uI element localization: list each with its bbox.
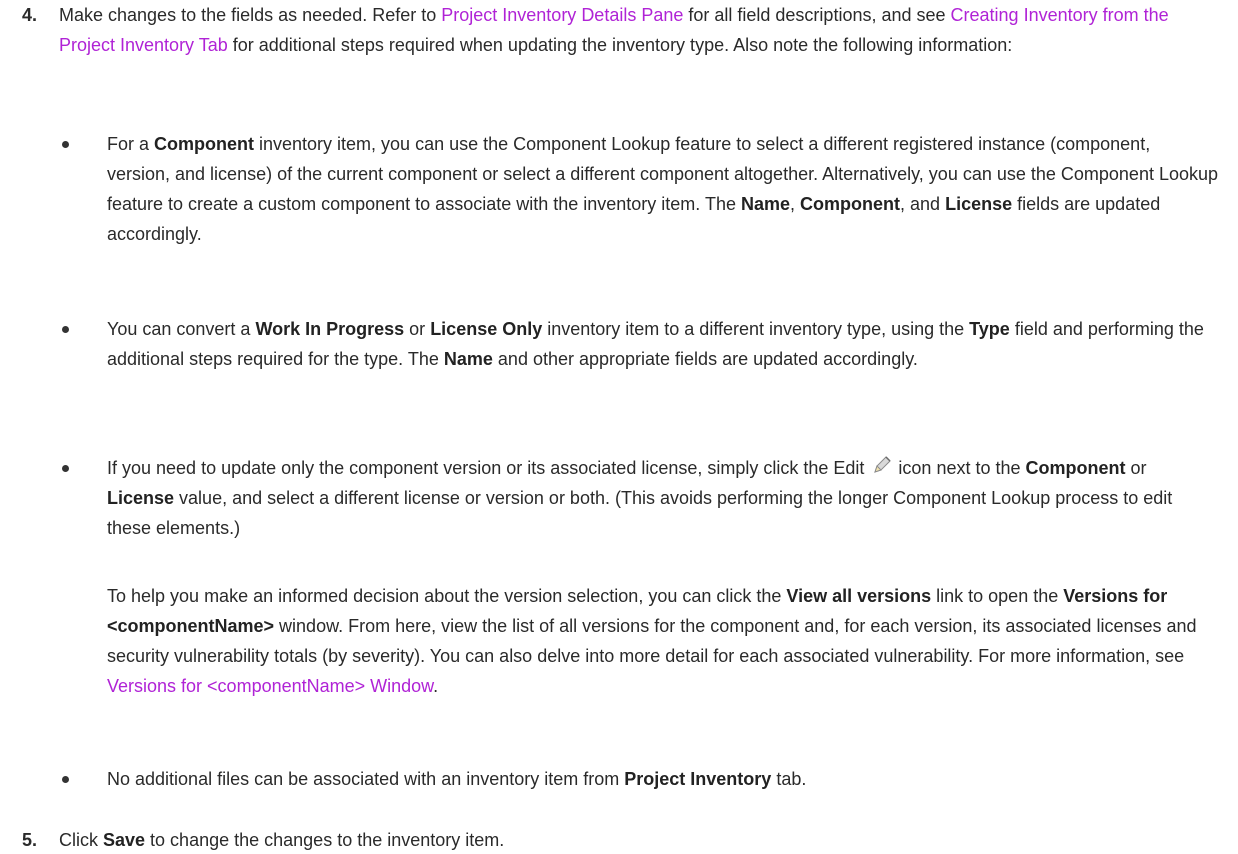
bold-text: Component — [1025, 458, 1126, 478]
bullet-text: You can convert a Work In Progress or Li… — [107, 314, 1218, 374]
text: For a — [107, 134, 155, 154]
bold-text: Component — [800, 194, 901, 214]
bullet-dot — [62, 326, 69, 333]
text: and other appropriate fields are updated… — [492, 349, 918, 369]
text: , — [790, 194, 801, 214]
text: To help you make an informed decision ab… — [107, 586, 787, 606]
text: , and — [900, 194, 946, 214]
text: You can convert a — [107, 319, 256, 339]
versions-window-link[interactable]: Versions for <componentName> Window — [107, 676, 433, 696]
text: to change the changes to the inventory i… — [145, 830, 505, 850]
bullet-dot — [62, 465, 69, 472]
text: tab. — [771, 769, 807, 789]
text: Click — [59, 830, 103, 850]
text: link to open the — [931, 586, 1064, 606]
text: or — [1125, 458, 1147, 478]
bold-text: Name — [443, 349, 493, 369]
bullet-text: For a Component inventory item, you can … — [107, 129, 1218, 249]
step-number: 4. — [22, 5, 38, 25]
text: . — [433, 676, 439, 696]
bold-text: Type — [969, 319, 1010, 339]
step-5-text: Click Save to change the changes to the … — [59, 825, 1218, 854]
bold-text: Component — [154, 134, 254, 154]
bold-text: License — [107, 488, 175, 508]
text: icon next to the — [893, 458, 1026, 478]
bold-text: Project Inventory — [624, 769, 772, 789]
step-text: for all field descriptions, and see — [683, 5, 951, 25]
pencil-edit-icon — [871, 454, 893, 476]
text: value, and select a different license or… — [107, 488, 1173, 538]
text: No additional files can be associated wi… — [107, 769, 625, 789]
bullet-text: No additional files can be associated wi… — [107, 764, 1218, 794]
step-text: Make changes to the fields as needed. Re… — [59, 5, 442, 25]
bullet-dot — [62, 141, 69, 148]
text: If you need to update only the component… — [107, 458, 870, 478]
bullet-dot — [62, 776, 69, 783]
bold-text: Work In Progress — [255, 319, 405, 339]
bold-text: Save — [103, 830, 146, 850]
bold-text: View all versions — [786, 586, 932, 606]
step-text: for additional steps required when updat… — [227, 35, 1013, 55]
bold-text: License — [945, 194, 1013, 214]
versions-paragraph: To help you make an informed decision ab… — [107, 581, 1218, 701]
project-inventory-details-pane-link[interactable]: Project Inventory Details Pane — [441, 5, 683, 25]
text: or — [404, 319, 431, 339]
bold-text: Name — [741, 194, 791, 214]
step-number: 5. — [22, 830, 38, 850]
bold-text: License Only — [430, 319, 543, 339]
text: inventory item to a different inventory … — [542, 319, 970, 339]
step-4-text: Make changes to the fields as needed. Re… — [59, 0, 1218, 60]
document-page: 4. Make changes to the fields as needed.… — [0, 0, 1238, 854]
bullet-text: If you need to update only the component… — [107, 453, 1218, 543]
